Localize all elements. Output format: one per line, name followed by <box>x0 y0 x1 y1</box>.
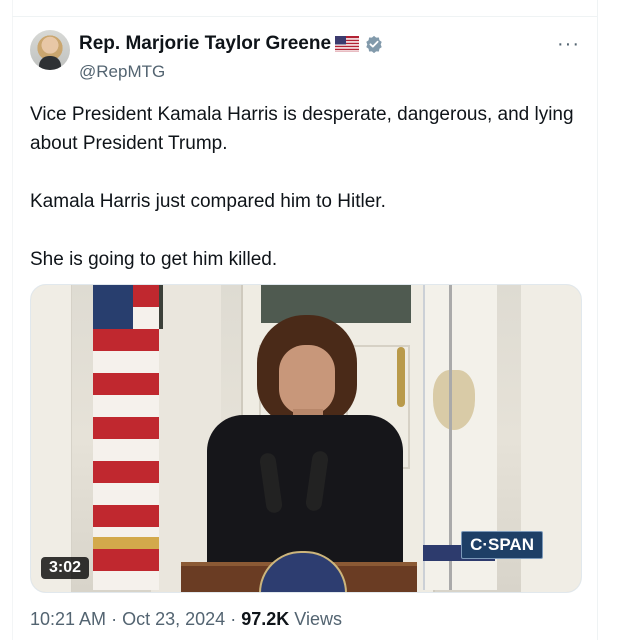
us-flag-icon <box>335 36 360 52</box>
video-scene-speaker-face <box>279 345 335 415</box>
tweet-meta: 10:21 AM · Oct 23, 2024 · 97.2K Views <box>30 609 342 630</box>
tweet-date[interactable]: Oct 23, 2024 <box>122 609 225 629</box>
video-scene-door-handle <box>397 347 405 407</box>
left-border <box>12 0 13 640</box>
video-scene-flag-fringe <box>93 537 159 549</box>
video-scene-door-window <box>261 285 411 323</box>
video-duration-badge: 3:02 <box>41 557 90 579</box>
tweet-text: Vice President Kamala Harris is desperat… <box>30 100 580 274</box>
more-icon[interactable]: ··· <box>557 33 580 56</box>
tweet-paragraph-2: Kamala Harris just compared him to Hitle… <box>30 191 386 212</box>
video-scene-flag-canton <box>93 285 133 329</box>
cspan-watermark: C·SPAN <box>461 531 543 559</box>
author-display-name[interactable]: Rep. Marjorie Taylor Greene <box>79 33 331 55</box>
top-separator <box>12 16 598 17</box>
tweet-paragraph-3: She is going to get him killed. <box>30 249 278 270</box>
avatar[interactable] <box>30 30 70 70</box>
views-count: 97.2K <box>241 609 290 629</box>
verified-badge-icon[interactable] <box>365 35 383 53</box>
meta-separator: · <box>230 609 237 629</box>
meta-separator: · <box>111 609 118 629</box>
author-row: Rep. Marjorie Taylor Greene <box>79 33 383 55</box>
tweet-paragraph-1: Vice President Kamala Harris is desperat… <box>30 104 574 154</box>
right-border <box>597 0 598 640</box>
views-label: Views <box>294 609 342 629</box>
video-media[interactable]: C·SPAN 3:02 <box>30 284 582 593</box>
author-handle[interactable]: @RepMTG <box>79 62 165 82</box>
tweet-time[interactable]: 10:21 AM <box>30 609 106 629</box>
video-scene-pillar <box>31 285 72 592</box>
